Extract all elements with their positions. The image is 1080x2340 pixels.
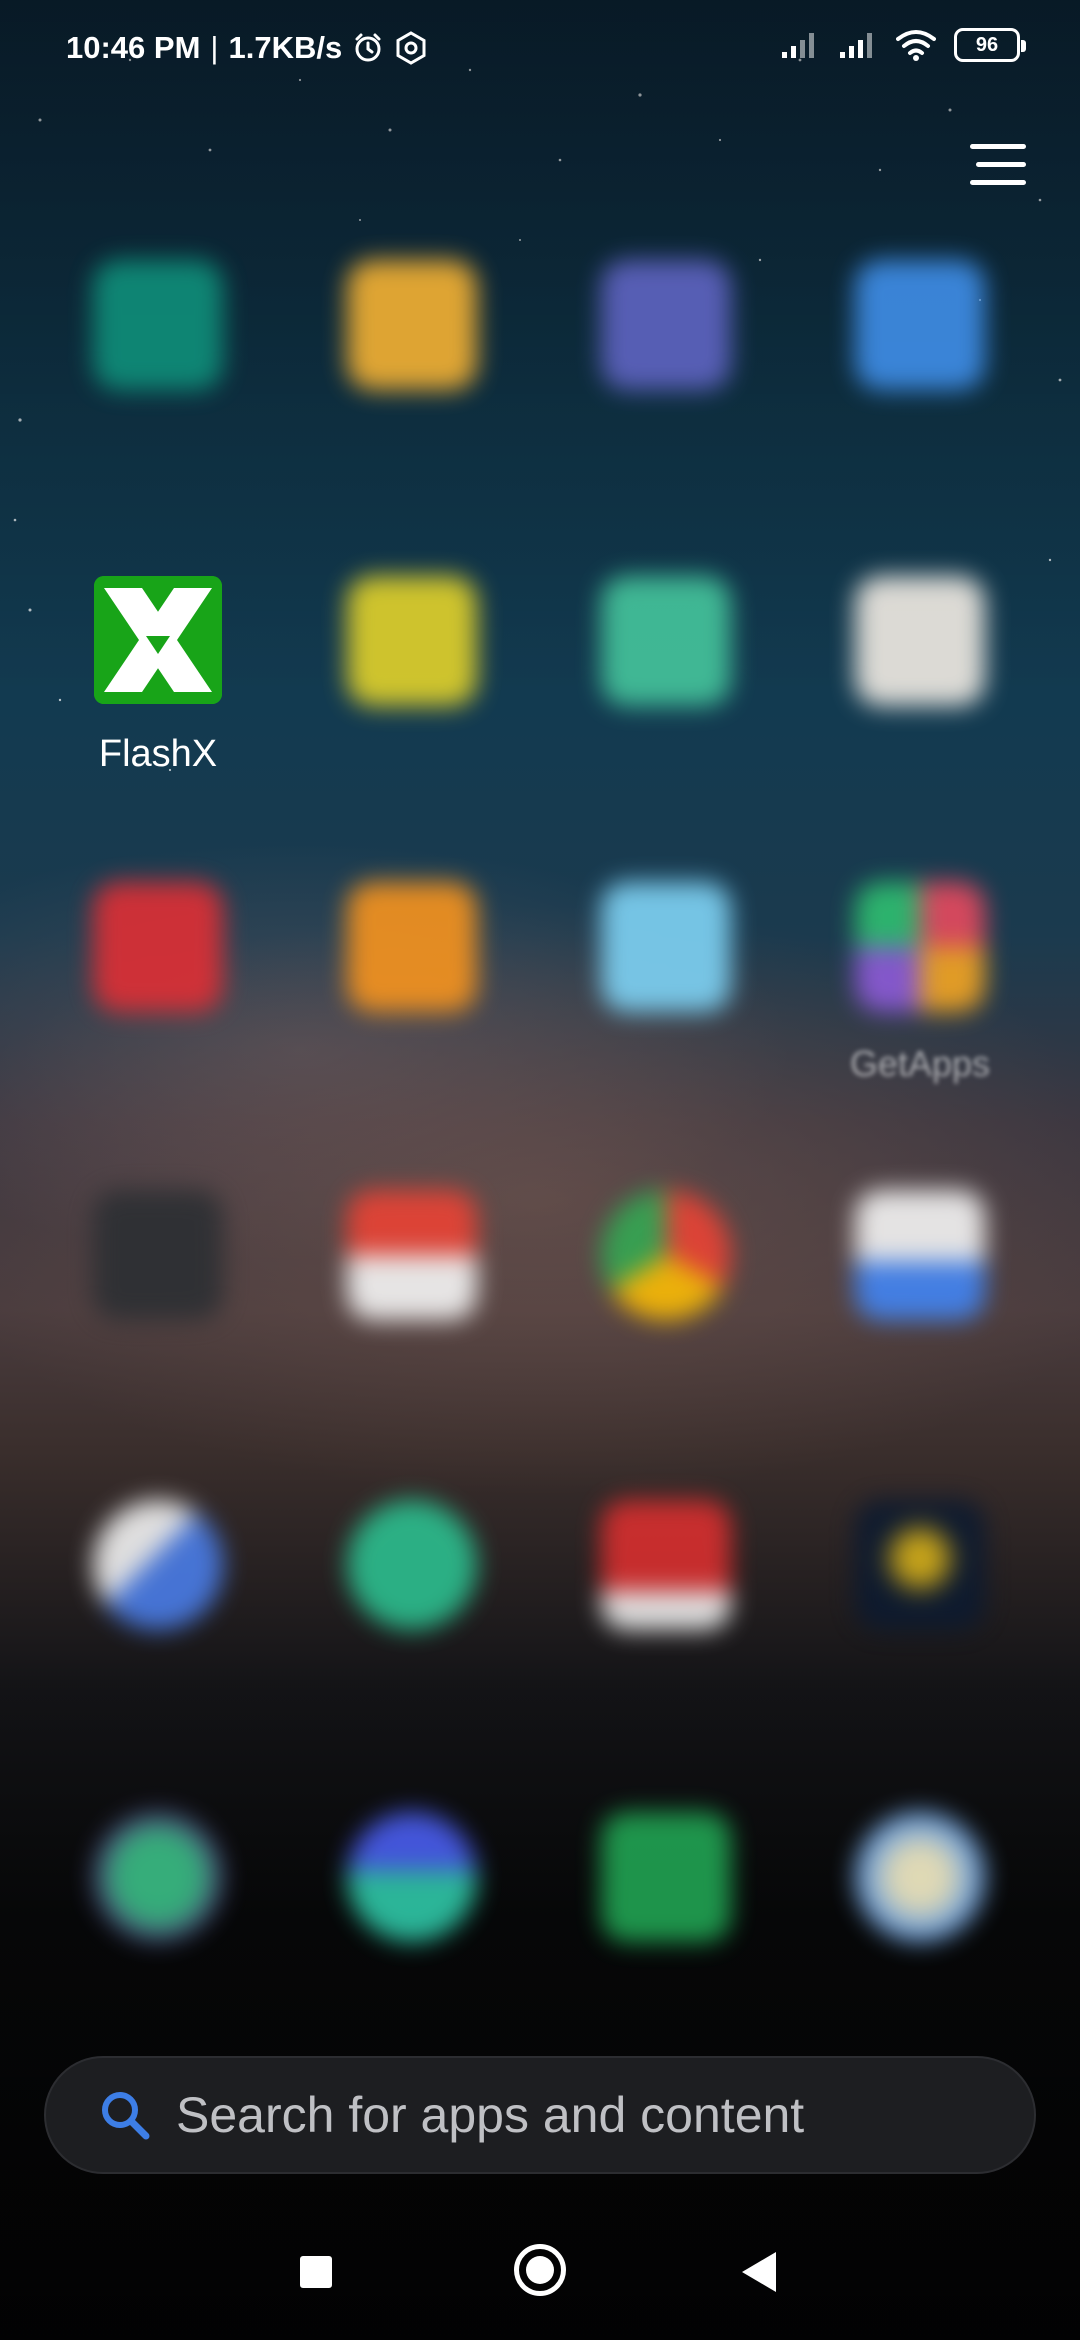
recents-icon[interactable] (300, 2256, 332, 2288)
status-bar: 10:46 PM | 1.7KB/s 96 (0, 0, 1080, 100)
app-icon (347, 882, 477, 1012)
back-icon[interactable] (742, 2252, 776, 2292)
app-icon (347, 1500, 477, 1630)
home-icon[interactable] (514, 2244, 566, 2296)
app-icon (601, 1500, 731, 1630)
app-item[interactable] (58, 1500, 258, 1660)
battery-icon: 96 (954, 28, 1026, 62)
app-item[interactable] (312, 260, 512, 420)
app-item[interactable] (566, 1812, 766, 1972)
app-item[interactable] (820, 1190, 1020, 1350)
app-icon (93, 1190, 223, 1320)
battery-level: 96 (975, 33, 999, 56)
app-icon (855, 1500, 985, 1630)
search-icon (102, 2092, 150, 2140)
app-item-flashx[interactable]: FlashX (58, 576, 258, 776)
flashx-logo-icon (94, 576, 222, 704)
hamburger-menu-icon[interactable] (970, 140, 1030, 190)
network-speed: 1.7KB/s (228, 30, 343, 65)
app-icon (855, 1812, 985, 1942)
app-item[interactable] (566, 576, 766, 736)
app-icon (93, 1500, 223, 1630)
alarm-icon (355, 33, 381, 62)
app-item[interactable] (58, 260, 258, 420)
settings-hex-icon (396, 31, 426, 65)
app-item[interactable] (820, 576, 1020, 736)
app-icon (347, 260, 477, 390)
app-item-getapps[interactable]: GetApps (820, 882, 1020, 1086)
app-icon (601, 1812, 731, 1942)
app-icon (93, 882, 223, 1012)
app-item[interactable] (58, 1812, 258, 1972)
app-icon (855, 260, 985, 390)
app-item[interactable] (312, 882, 512, 1042)
app-icon (601, 882, 731, 1012)
navigation-bar (0, 2220, 1080, 2340)
wifi-icon (896, 30, 936, 61)
app-icon (601, 260, 731, 390)
app-item[interactable] (566, 1190, 766, 1350)
app-item[interactable] (820, 1500, 1020, 1660)
app-item[interactable] (312, 1812, 512, 1972)
app-icon (93, 1812, 223, 1942)
search-bar[interactable]: Search for apps and content (44, 2056, 1036, 2174)
app-item[interactable] (566, 882, 766, 1042)
search-placeholder: Search for apps and content (176, 2087, 805, 2143)
status-time: 10:46 PM (66, 30, 201, 65)
app-icon (347, 1812, 477, 1942)
app-item[interactable] (566, 1500, 766, 1660)
app-item[interactable] (58, 1190, 258, 1350)
app-item[interactable] (820, 260, 1020, 420)
app-item[interactable] (312, 576, 512, 736)
app-label: GetApps (849, 1043, 991, 1084)
app-item[interactable] (566, 260, 766, 420)
signal-icon-2 (840, 33, 872, 58)
app-icon (347, 1190, 477, 1320)
signal-icon-1 (782, 33, 814, 58)
status-separator: | (210, 30, 219, 65)
app-item[interactable] (312, 1190, 512, 1350)
app-icon (855, 1190, 985, 1320)
app-item[interactable] (312, 1500, 512, 1660)
app-icon (601, 576, 731, 706)
getapps-icon (855, 882, 985, 1012)
flashx-icon (94, 576, 222, 704)
app-icon (601, 1190, 731, 1320)
app-icon (93, 260, 223, 390)
app-item[interactable] (820, 1812, 1020, 1972)
app-icon (347, 576, 477, 706)
app-label: FlashX (98, 733, 218, 775)
app-icon (855, 576, 985, 706)
app-item[interactable] (58, 882, 258, 1042)
